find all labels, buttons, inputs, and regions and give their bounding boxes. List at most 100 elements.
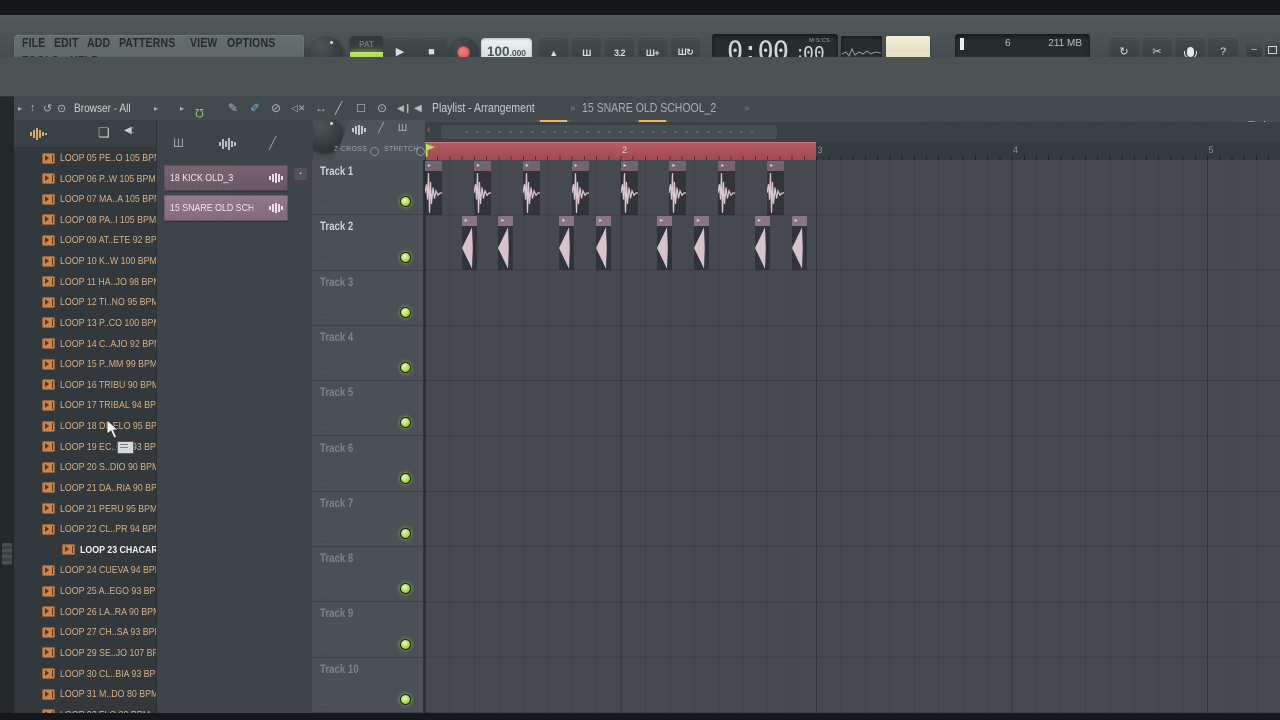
picker-clip[interactable]: 18 KICK OLD_3 (164, 165, 288, 191)
browser-item[interactable]: LOOP 17 TRIBAL 94 BPM (14, 395, 156, 415)
corner-tab-automation-icon[interactable]: ╱ (378, 123, 384, 134)
zoom-tool-icon[interactable]: ⊙ (377, 96, 387, 120)
browser-title[interactable]: Browser - All (74, 96, 141, 120)
stretch-checkbox[interactable] (416, 147, 425, 156)
brush-tool-icon[interactable]: ✐ (250, 96, 260, 120)
browser-item[interactable]: LOOP 07 MA..A 105 BPM (14, 189, 156, 209)
browser-title-caret-icon[interactable]: ▸ (154, 96, 158, 120)
track-activity-led[interactable] (400, 694, 411, 705)
track-activity-led[interactable] (400, 196, 411, 207)
track-header[interactable]: Track 10⋯ (312, 658, 423, 713)
snare-audio-clip[interactable]: ➤ (559, 216, 574, 270)
browser-item[interactable]: LOOP 19 EC..OR 93 BPM (14, 437, 156, 457)
mute-tool-icon[interactable]: ◁✕ (291, 96, 305, 120)
browser-item[interactable]: LOOP 24 CUEVA 94 BPM (14, 560, 156, 580)
snare-audio-clip[interactable]: ➤ (498, 216, 513, 270)
playlist-speaker-icon[interactable]: ◀ (414, 96, 422, 120)
zcross-checkbox[interactable] (370, 147, 379, 156)
playlist-grid[interactable]: ➤➤➤➤➤➤➤➤➤➤➤➤➤➤➤➤ (425, 160, 1280, 713)
browser-item[interactable]: LOOP 10 K..W 100 BPM (14, 251, 156, 271)
browser-search-icon[interactable]: ⊙ (57, 96, 66, 120)
browser-item[interactable]: LOOP 21 DA..RIA 90 BPM (14, 478, 156, 498)
track-activity-led[interactable] (400, 583, 411, 594)
browser-item[interactable]: LOOP 12 TI..NO 95 BPM (14, 292, 156, 312)
browser-item[interactable]: LOOP 29 SE..JO 107 BPM (14, 643, 156, 663)
snare-audio-clip[interactable]: ➤ (694, 216, 709, 270)
snare-audio-clip[interactable]: ➤ (596, 216, 611, 270)
browser-item[interactable]: LOOP 18 DI..ELO 95 BPM (14, 416, 156, 436)
track-activity-led[interactable] (400, 639, 411, 650)
browser-item[interactable]: LOOP 16 TRIBU 90 BPM (14, 375, 156, 395)
track-header[interactable]: Track 2⋯ (312, 215, 423, 270)
kick-audio-clip[interactable]: ➤ (621, 161, 638, 215)
track-activity-led[interactable] (400, 473, 411, 484)
snap-magnet-icon[interactable]: Ω (195, 96, 204, 120)
browser-item[interactable]: LOOP 09 AT..ETE 92 BPM (14, 230, 156, 250)
minimize-button[interactable]: – (1246, 42, 1262, 57)
picker-tab-audio-icon[interactable] (219, 138, 237, 150)
picker-clip[interactable]: 15 SNARE OLD SCHOO.. (164, 195, 288, 221)
browser-item[interactable]: LOOP 13 P..CO 100 BPM (14, 313, 156, 333)
menu-item-options[interactable]: OPTIONS (227, 36, 285, 50)
browser-item[interactable]: LOOP 30 CL..BIA 93 BPM (14, 664, 156, 684)
kick-audio-clip[interactable]: ➤ (669, 161, 686, 215)
track-activity-led[interactable] (400, 362, 411, 373)
menu-item-file[interactable]: FILE (22, 36, 50, 50)
slip-tool-icon[interactable]: ↔ (315, 96, 327, 120)
browser-item[interactable]: LOOP 22 CL..PR 94 BPM (14, 519, 156, 539)
kick-audio-clip[interactable]: ➤ (474, 161, 491, 215)
kick-audio-clip[interactable]: ➤ (425, 161, 442, 215)
track-activity-led[interactable] (400, 417, 411, 428)
playback-tool-icon[interactable]: ◀❙ (397, 96, 411, 120)
browser-item[interactable]: LOOP 27 CH..SA 93 BPM (14, 622, 156, 642)
browser-tab-samples-icon[interactable] (30, 128, 48, 140)
picker-mini-button[interactable]: ▪ (294, 168, 307, 180)
corner-tab-patterns-icon[interactable]: Ш (398, 123, 407, 134)
slice-tool-icon[interactable]: ╱ (335, 96, 342, 120)
kick-audio-clip[interactable]: ➤ (572, 161, 589, 215)
select-tool-icon[interactable]: ☐ (356, 96, 366, 120)
browser-tab-files-icon[interactable]: ❏ (98, 125, 110, 141)
track-header[interactable]: Track 6⋯ (312, 437, 423, 492)
browser-item[interactable]: LOOP 05 PE..O 105 BPM (14, 148, 156, 168)
picker-tab-patterns-icon[interactable]: Ш (173, 136, 184, 150)
browser-tab-plugins-icon[interactable]: ◀: (124, 125, 134, 136)
snare-audio-clip[interactable]: ➤ (657, 216, 672, 270)
track-header[interactable]: Track 4⋯ (312, 326, 423, 381)
snare-audio-clip[interactable]: ➤ (792, 216, 807, 270)
delete-tool-icon[interactable]: ⊘ (271, 96, 281, 120)
maximize-button[interactable] (1265, 42, 1280, 57)
browser-item[interactable]: LOOP 20 S..DIO 90 BPM (14, 457, 156, 477)
pencil-tool-icon[interactable]: ✎ (228, 96, 238, 120)
picker-tab-automation-icon[interactable]: ╱ (269, 136, 276, 150)
track-activity-led[interactable] (400, 252, 411, 263)
kick-audio-clip[interactable]: ➤ (718, 161, 735, 215)
pat-mode-label[interactable]: PAT (350, 36, 383, 52)
track-header[interactable]: Track 3⋯ (312, 271, 423, 326)
track-header[interactable]: Track 7⋯ (312, 492, 423, 547)
browser-item[interactable]: LOOP 31 M..DO 80 BPM (14, 684, 156, 704)
playlist-menu-icon[interactable]: ▸ (180, 96, 184, 120)
snare-audio-clip[interactable]: ➤ (462, 216, 477, 270)
playback-marker-flag[interactable] (426, 144, 436, 157)
browser-item[interactable]: LOOP 23 CHACARRON 120 BPM (14, 540, 156, 560)
browser-up-icon[interactable]: ↑ (30, 96, 36, 120)
menu-item-patterns[interactable]: PATTERNS (119, 36, 186, 50)
menu-item-view[interactable]: VIEW (190, 36, 223, 50)
browser-item[interactable]: LOOP 21 PERU 95 BPM (14, 499, 156, 519)
kick-audio-clip[interactable]: ➤ (767, 161, 784, 215)
browser-item[interactable]: LOOP 08 PA..I 105 BPM (14, 210, 156, 230)
browser-item[interactable]: LOOP 26 LA..RA 90 BPM (14, 602, 156, 622)
timeline-selection[interactable] (425, 142, 816, 160)
playlist-hscroll-handle[interactable] (441, 125, 777, 139)
dock-scrollbar-handle[interactable] (2, 543, 12, 565)
browser-item[interactable]: LOOP 15 P..MM 99 BPM (14, 354, 156, 374)
playlist-title[interactable]: Playlist - Arrangement (432, 96, 554, 120)
track-header[interactable]: Track 1⋯ (312, 160, 423, 215)
browser-item[interactable]: LOOP 25 A..EGO 93 BPM (14, 581, 156, 601)
browser-item[interactable]: LOOP 06 P..W 105 BPM (14, 169, 156, 189)
track-header[interactable]: Track 8⋯ (312, 547, 423, 602)
menu-item-add[interactable]: ADD (87, 36, 115, 50)
snare-audio-clip[interactable]: ➤ (755, 216, 770, 270)
playlist-subtitle[interactable]: 15 SNARE OLD SCHOOL_2 (582, 96, 742, 120)
